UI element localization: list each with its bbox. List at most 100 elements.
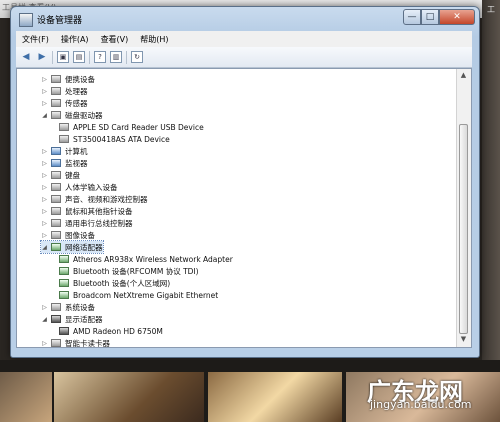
scroll-down-icon[interactable]: ▼ [459, 335, 468, 345]
device-category[interactable]: ▷ 传感器 [41, 97, 87, 109]
tree-label: Bluetooth 设备(个人区域网) [73, 278, 171, 288]
expand-icon[interactable]: ▷ [41, 196, 48, 203]
device-item[interactable]: APPLE SD Card Reader USB Device [51, 121, 204, 133]
device-item[interactable]: Atheros AR938x Wireless Network Adapter [51, 253, 233, 265]
device-category[interactable]: ▷ 键盘 [41, 169, 80, 181]
device-tree-panel: ▷ 便携设备 ▷ 处理器 ▷ 传感器 ◢ 磁盘驱动器 APPLE SD Card Reader … [16, 68, 472, 348]
device-icon [59, 135, 69, 143]
device-item[interactable]: Bluetooth 设备(RFCOMM 协议 TDI) [51, 265, 199, 277]
expand-icon[interactable]: ▷ [41, 100, 48, 107]
menu-view[interactable]: 查看(V) [95, 34, 135, 45]
device-category[interactable]: ▷ 系统设备 [41, 301, 95, 313]
back-icon[interactable]: ◀ [20, 51, 32, 63]
expand-icon[interactable]: ▷ [41, 208, 48, 215]
tree-label: 声音、视频和游戏控制器 [65, 194, 148, 204]
device-category[interactable]: ◢ 显示适配器 [41, 313, 103, 325]
scroll-thumb[interactable] [459, 124, 468, 334]
device-category[interactable]: ▷ 便携设备 [41, 73, 95, 85]
device-category[interactable]: ▷ 计算机 [41, 145, 87, 157]
device-manager-icon [19, 13, 33, 27]
menu-bar: 文件(F) 操作(A) 查看(V) 帮助(H) [16, 31, 472, 47]
category-icon [51, 207, 61, 215]
category-icon [51, 183, 61, 191]
device-category[interactable]: ▷ 处理器 [41, 85, 88, 97]
tree-label: 人体学输入设备 [65, 182, 118, 192]
expand-icon[interactable]: ▷ [41, 184, 48, 191]
device-category[interactable]: ▷ 监视器 [41, 157, 87, 169]
device-item[interactable]: Broadcom NetXtreme Gigabit Ethernet [51, 289, 218, 301]
thumbnail-3 [208, 372, 342, 422]
toolbar-separator [89, 50, 90, 64]
list-icon[interactable]: ▥ [110, 51, 122, 63]
device-category[interactable]: ▷ 图像设备 [41, 229, 95, 241]
properties-icon[interactable]: ▣ [57, 51, 69, 63]
expand-icon[interactable]: ▷ [41, 304, 48, 311]
category-icon [51, 171, 61, 179]
maximize-button[interactable]: □ [421, 9, 439, 25]
tree-label: Bluetooth 设备(RFCOMM 协议 TDI) [73, 266, 199, 276]
tree-label: 鼠标和其他指针设备 [65, 206, 133, 216]
scroll-up-icon[interactable]: ▲ [459, 71, 468, 81]
category-icon [51, 111, 61, 119]
device-manager-window: 设备管理器 — □ ✕ 文件(F) 操作(A) 查看(V) 帮助(H) ◀ ▶ ▣ ▤… [10, 6, 480, 358]
device-category[interactable]: ▷ 人体学输入设备 [41, 181, 118, 193]
expand-icon[interactable]: ▷ [41, 232, 48, 239]
category-icon [51, 147, 61, 155]
expand-icon[interactable]: ▷ [41, 160, 48, 167]
toolbar-separator [52, 50, 53, 64]
close-button[interactable]: ✕ [439, 9, 475, 25]
expand-icon[interactable]: ▷ [41, 340, 48, 347]
tree-label: 智能卡读卡器 [65, 338, 110, 348]
tree-label: 处理器 [65, 86, 88, 96]
expand-icon[interactable]: ▷ [41, 88, 48, 95]
forward-icon[interactable]: ▶ [36, 51, 48, 63]
expand-icon[interactable]: ▷ [41, 220, 48, 227]
expand-icon[interactable]: ▷ [41, 172, 48, 179]
expand-icon[interactable]: ▷ [41, 76, 48, 83]
tree-label: 磁盘驱动器 [65, 110, 103, 120]
refresh-icon[interactable]: ▤ [73, 51, 85, 63]
device-category[interactable]: ▷ 智能卡读卡器 [41, 337, 110, 348]
collapse-icon[interactable]: ◢ [41, 316, 48, 323]
device-category[interactable]: ▷ 通用串行总线控制器 [41, 217, 133, 229]
category-icon [51, 303, 61, 311]
device-category[interactable]: ◢ 磁盘驱动器 [41, 109, 103, 121]
device-item[interactable]: Bluetooth 设备(个人区域网) [51, 277, 170, 289]
tree-label: 便携设备 [65, 74, 95, 84]
device-icon [59, 291, 69, 299]
watermark-sub: jingyan.baidu.com [370, 398, 472, 411]
expand-icon[interactable]: ▷ [41, 148, 48, 155]
toolbar: ◀ ▶ ▣ ▤? ▥ ↻ [16, 47, 472, 68]
tree-label: 键盘 [65, 170, 80, 180]
menu-help[interactable]: 帮助(H) [134, 34, 174, 45]
category-icon [51, 159, 61, 167]
menu-action[interactable]: 操作(A) [55, 34, 95, 45]
tree-label: 显示适配器 [65, 314, 103, 324]
tree-label: Atheros AR938x Wireless Network Adapter [73, 254, 233, 264]
tree-label: 图像设备 [65, 230, 95, 240]
help-icon[interactable]: ? [94, 51, 106, 63]
menu-file[interactable]: 文件(F) [16, 34, 55, 45]
vertical-scrollbar[interactable]: ▲ ▼ [456, 69, 471, 347]
device-icon [59, 279, 69, 287]
device-category[interactable]: ◢ 网络适配器 [40, 240, 104, 254]
device-category[interactable]: ▷ 鼠标和其他指针设备 [41, 205, 133, 217]
tree-label: 通用串行总线控制器 [65, 218, 133, 228]
category-icon [51, 75, 61, 83]
category-icon [51, 99, 61, 107]
collapse-icon[interactable]: ◢ [41, 244, 48, 251]
device-category[interactable]: ▷ 声音、视频和游戏控制器 [41, 193, 148, 205]
scan-icon[interactable]: ↻ [131, 51, 143, 63]
device-item[interactable]: ST3500418AS ATA Device [51, 133, 170, 145]
device-icon [59, 123, 69, 131]
window-title: 设备管理器 [37, 16, 83, 26]
window-controls: — □ ✕ [403, 9, 475, 25]
device-icon [59, 267, 69, 275]
tree-label: 网络适配器 [65, 242, 103, 252]
collapse-icon[interactable]: ◢ [41, 112, 48, 119]
category-icon [51, 87, 61, 95]
device-tree[interactable]: ▷ 便携设备 ▷ 处理器 ▷ 传感器 ◢ 磁盘驱动器 APPLE SD Card Reader … [17, 69, 457, 348]
window-titlebar[interactable]: 设备管理器 — □ ✕ [11, 7, 479, 31]
minimize-button[interactable]: — [403, 9, 421, 25]
device-item[interactable]: AMD Radeon HD 6750M [51, 325, 163, 337]
